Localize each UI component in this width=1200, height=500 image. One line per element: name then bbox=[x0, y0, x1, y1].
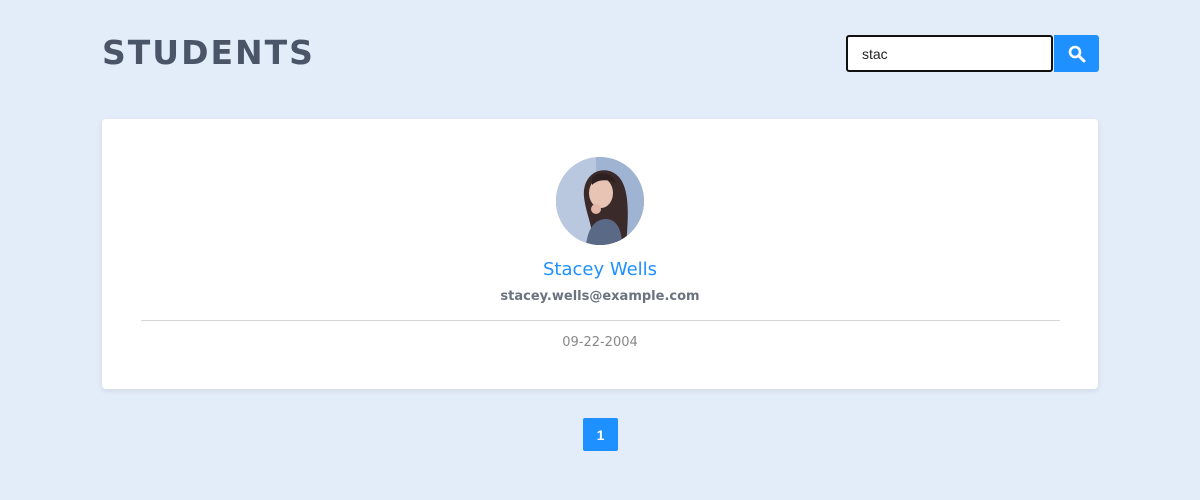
student-dob: 09-22-2004 bbox=[562, 335, 638, 350]
page-button-1[interactable]: 1 bbox=[583, 418, 618, 451]
student-card: Stacey Wells stacey.wells@example.com 09… bbox=[102, 119, 1098, 389]
search-bar bbox=[846, 35, 1099, 72]
search-input[interactable] bbox=[846, 35, 1053, 72]
header: STUDENTS bbox=[102, 30, 1099, 76]
divider bbox=[141, 320, 1060, 321]
student-email: stacey.wells@example.com bbox=[500, 289, 700, 304]
search-icon bbox=[1068, 45, 1085, 62]
student-name[interactable]: Stacey Wells bbox=[102, 259, 1098, 280]
page: STUDENTS Stacey Wells stace bbox=[0, 0, 1200, 500]
avatar-photo bbox=[556, 157, 644, 245]
pagination: 1 bbox=[583, 418, 618, 451]
search-button[interactable] bbox=[1054, 35, 1099, 72]
page-title: STUDENTS bbox=[102, 33, 315, 72]
avatar bbox=[556, 157, 644, 245]
